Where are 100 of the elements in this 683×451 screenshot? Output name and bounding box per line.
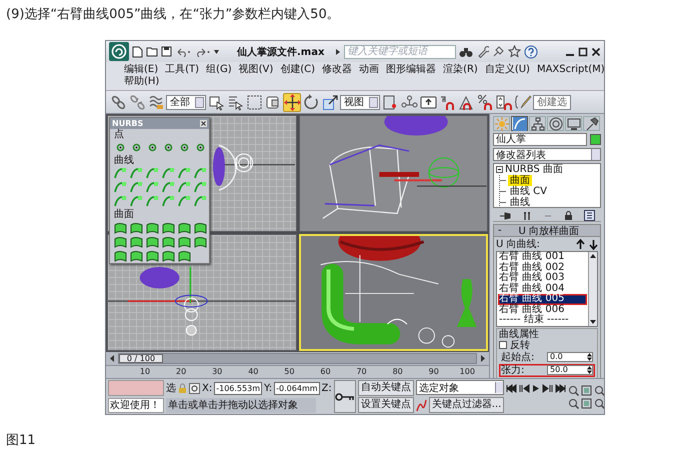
redo-icon[interactable] [194, 46, 210, 56]
spinner-field[interactable]: 0.0 [547, 352, 593, 362]
nurbs-point-tool-icon[interactable] [194, 141, 207, 154]
percent-snap-button[interactable] [476, 92, 494, 112]
nurbs-surface-tool-icon[interactable] [178, 221, 191, 234]
named-selection-field[interactable]: 创建选 [533, 94, 571, 110]
zoom-icon[interactable] [568, 384, 580, 396]
list-item[interactable]: 右臂 曲线 002 [498, 262, 587, 273]
time-slider-thumb[interactable]: 0 / 100 [119, 354, 163, 363]
scroll-down-icon[interactable] [589, 318, 597, 326]
menu-item[interactable]: 动画 [359, 64, 380, 76]
nurbs-surface-tool-icon[interactable] [146, 235, 159, 248]
go-to-end-icon[interactable] [555, 384, 566, 392]
crosshair-icon[interactable] [189, 382, 200, 394]
menu-item[interactable]: 创建(C) [280, 64, 316, 76]
spinner-arrows-icon[interactable] [587, 353, 592, 361]
key-curve-icon[interactable] [416, 398, 427, 412]
nurbs-surface-tool-icon[interactable] [130, 249, 143, 262]
nurbs-point-tool-icon[interactable] [130, 141, 143, 154]
rollout-header[interactable]: - U 向放样曲面 [494, 225, 600, 237]
down-arrow-icon[interactable] [589, 238, 598, 250]
x-coordinate-field[interactable]: -106.553m [214, 382, 262, 394]
selection-lock-label[interactable]: 选 [166, 381, 176, 395]
pin-icon[interactable] [498, 210, 511, 220]
nurbs-surface-tool-icon[interactable] [114, 249, 127, 262]
collapse-sign[interactable]: - [498, 225, 502, 236]
move-button[interactable] [283, 92, 301, 112]
nurbs-surface-tool-icon[interactable] [130, 221, 143, 234]
nurbs-surface-tool-icon[interactable] [130, 235, 143, 248]
key-button[interactable] [334, 380, 356, 413]
open-folder-icon[interactable] [146, 46, 158, 57]
scroll-right-icon[interactable] [479, 354, 487, 363]
list-item[interactable]: 右臂 曲线 001 [498, 252, 587, 262]
menu-item[interactable]: 修改器 [322, 64, 352, 76]
close-icon[interactable] [200, 120, 207, 127]
go-to-start-icon[interactable] [506, 384, 518, 392]
collapse-icon[interactable] [496, 166, 503, 173]
menu-item[interactable]: 组(G) [206, 64, 232, 76]
menu-item[interactable]: MAXScript(M) [536, 64, 604, 76]
menu-item[interactable]: 渲染(R) [443, 64, 478, 76]
undo-icon[interactable] [175, 46, 191, 56]
pivot-button[interactable] [381, 92, 399, 112]
fork-icon[interactable] [522, 210, 532, 220]
checkbox[interactable] [499, 341, 507, 349]
nurbs-surface-tool-icon[interactable] [114, 235, 127, 248]
color-swatch[interactable] [590, 134, 601, 145]
save-icon[interactable] [161, 46, 172, 57]
dropdown[interactable]: 全部 [166, 94, 206, 110]
star-icon[interactable] [508, 45, 522, 58]
menu-item[interactable]: 图形编辑器 [386, 64, 436, 76]
app-logo-icon[interactable] [109, 42, 129, 61]
search-field[interactable]: 键入关键字或短语 [344, 44, 456, 58]
nurbs-point-tool-icon[interactable] [178, 141, 191, 154]
auto-key-button[interactable]: 自动关键点 [358, 380, 414, 396]
modifier-list-dropdown[interactable]: 修改器列表 [493, 148, 601, 161]
nurbs-surface-tool-icon[interactable] [194, 221, 207, 234]
stack-item[interactable]: 曲线 CV [508, 186, 550, 197]
nurbs-surface-tool-icon[interactable] [146, 249, 159, 262]
spinner-snap-button[interactable] [495, 92, 513, 112]
object-name-field[interactable]: 仙人掌 [493, 133, 587, 146]
set-key-button[interactable]: 设置关键点 [358, 397, 414, 413]
close-icon[interactable] [591, 46, 601, 56]
expand-arrow-icon[interactable] [335, 48, 342, 56]
next-frame-icon[interactable] [542, 384, 554, 392]
panel-tab[interactable] [583, 116, 600, 131]
nurbs-surface-tool-icon[interactable] [146, 221, 159, 234]
list-item[interactable]: 右臂 曲线 003 [498, 273, 587, 284]
list-item[interactable]: 右臂 曲线 004 [498, 284, 587, 294]
dashed-rectangle-button[interactable] [245, 92, 263, 112]
dropdown[interactable]: 视图 [340, 94, 380, 110]
help-icon[interactable] [524, 44, 538, 58]
rotate-button[interactable] [302, 92, 320, 112]
nurbs-surface-tool-icon[interactable] [162, 249, 175, 262]
menu-item[interactable]: 编辑(E) [124, 64, 158, 76]
stack-item[interactable]: 曲面 [508, 175, 532, 186]
nurbs-point-tool-icon[interactable] [146, 141, 159, 154]
panel-tab[interactable] [529, 116, 546, 131]
y-coordinate-field[interactable]: -0.064mm [274, 382, 320, 394]
menu-item[interactable]: 自定义(U) [484, 64, 530, 76]
binoculars-icon[interactable] [459, 46, 474, 58]
scroll-left-icon[interactable] [108, 354, 116, 363]
welcome-field[interactable]: 欢迎使用！ [108, 398, 164, 413]
menu-item[interactable]: 视图(V) [238, 64, 274, 76]
list-item[interactable]: 右臂 曲线 006 [498, 304, 587, 315]
up-arrow-icon[interactable] [576, 238, 585, 250]
dropdown-caret-icon[interactable] [213, 48, 220, 55]
nurbs-point-tool-icon[interactable] [114, 141, 127, 154]
spinner-arrows-icon[interactable] [587, 366, 592, 374]
list-item[interactable]: ------ 结束 ------ [498, 315, 587, 326]
stack-item[interactable]: NURBS 曲面 [505, 164, 563, 175]
nurbs-surface-tool-icon[interactable] [162, 235, 175, 248]
panel-tab[interactable] [547, 116, 564, 131]
nurbs-surface-tool-icon[interactable] [178, 235, 191, 248]
stack-item[interactable]: 曲线 [508, 197, 532, 208]
edit-selection-button[interactable] [514, 92, 532, 112]
nurbs-surface-tool-icon[interactable] [194, 235, 207, 248]
play-icon[interactable] [532, 384, 540, 392]
padlock-icon[interactable] [564, 210, 574, 220]
scroll-up-icon[interactable] [589, 252, 597, 260]
configure-icon[interactable] [584, 210, 596, 221]
